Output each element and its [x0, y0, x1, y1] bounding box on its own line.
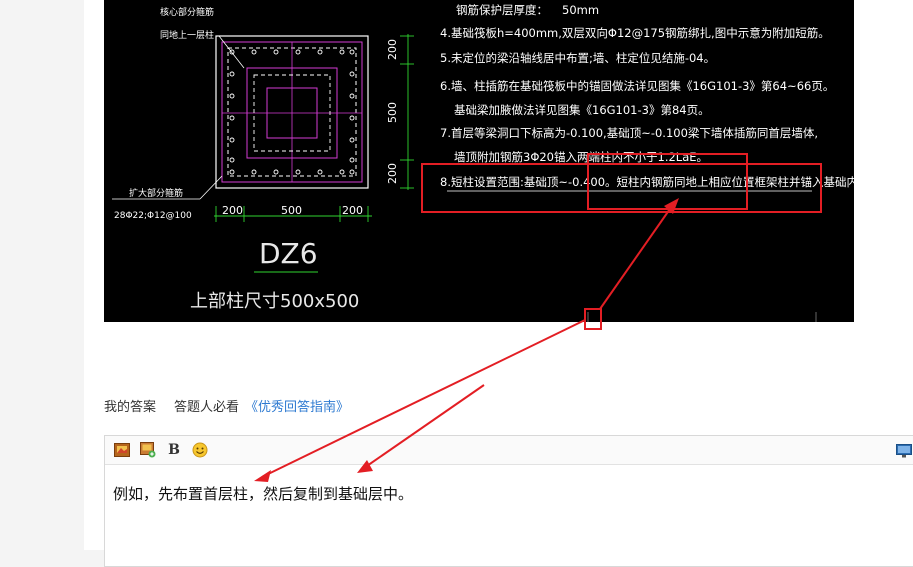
screen-icon[interactable] — [895, 442, 913, 460]
dim-v-200-top: 200 — [386, 39, 399, 60]
note-7b: 墙顶附加钢筋3Φ20锚入两端柱内不小于1.2LaE。 — [454, 150, 708, 164]
note-8: 8.短柱设置范围:基础顶~-0.400。短柱内钢筋同地上相应位置框架柱并锚入基础… — [440, 175, 854, 189]
emoji-icon[interactable] — [191, 441, 209, 459]
insert-image-icon[interactable] — [139, 441, 157, 459]
label-outer-stirrup: 扩大部分箍筋 — [129, 187, 183, 199]
drawing-title: DZ6 — [259, 237, 318, 270]
cad-drawing-image: 核心部分箍筋 同地上一层柱 扩大部分箍筋 28Φ22;Φ12@100 200 5… — [104, 0, 854, 322]
leader-core — [218, 35, 245, 69]
dimension-lines — [214, 34, 414, 222]
note-5: 5.未定位的梁沿轴线居中布置;墙、柱定位见结施-04。 — [440, 51, 715, 65]
editor-content[interactable]: 例如，先布置首层柱，然后复制到基础层中。 — [105, 465, 913, 522]
guide-link[interactable]: 《优秀回答指南》 — [245, 396, 349, 416]
dim-500: 500 — [281, 204, 302, 217]
dim-200-left: 200 — [222, 204, 243, 217]
image-icon[interactable] — [113, 441, 131, 459]
note-6b: 基础梁加腋做法详见图集《16G101-3》第84页。 — [454, 103, 710, 117]
tab-my-answer[interactable]: 我的答案 — [104, 396, 156, 416]
drawing-subtitle: 上部柱尺寸500x500 — [190, 291, 359, 312]
note-4: 4.基础筏板h=400mm,双层双向Φ12@175钢筋绑扎,图中示意为附加短筋。 — [440, 26, 830, 40]
dim-v-200-bottom: 200 — [386, 163, 399, 184]
editor-toolbar: B — [105, 436, 913, 465]
bold-icon[interactable]: B — [165, 441, 183, 459]
cad-drawing: 核心部分箍筋 同地上一层柱 扩大部分箍筋 28Φ22;Φ12@100 200 5… — [112, 3, 854, 322]
label-core-stirrup-2: 同地上一层柱 — [160, 29, 214, 41]
note-6a: 6.墙、柱插筋在基础筏板中的锚固做法详见图集《16G101-3》第64~66页。 — [440, 79, 834, 93]
note-7a: 7.首层等梁洞口下标高为-0.100,基础顶~-0.100梁下墙体插筋同首层墙体… — [440, 126, 818, 140]
note-cover: 钢筋保护层厚度： 50mm — [456, 3, 599, 17]
answer-editor: B 例如，先布置首层柱，然后复制到基础层中。 — [104, 435, 913, 567]
dim-200-right: 200 — [342, 204, 363, 217]
label-core-stirrup: 核心部分箍筋 — [160, 6, 214, 18]
answer-tabs: 我的答案 答题人必看 《优秀回答指南》 — [104, 396, 349, 416]
tab-must-read[interactable]: 答题人必看 — [174, 396, 239, 416]
label-outer-rebar: 28Φ22;Φ12@100 — [114, 211, 192, 221]
dim-v-500: 500 — [386, 102, 399, 123]
